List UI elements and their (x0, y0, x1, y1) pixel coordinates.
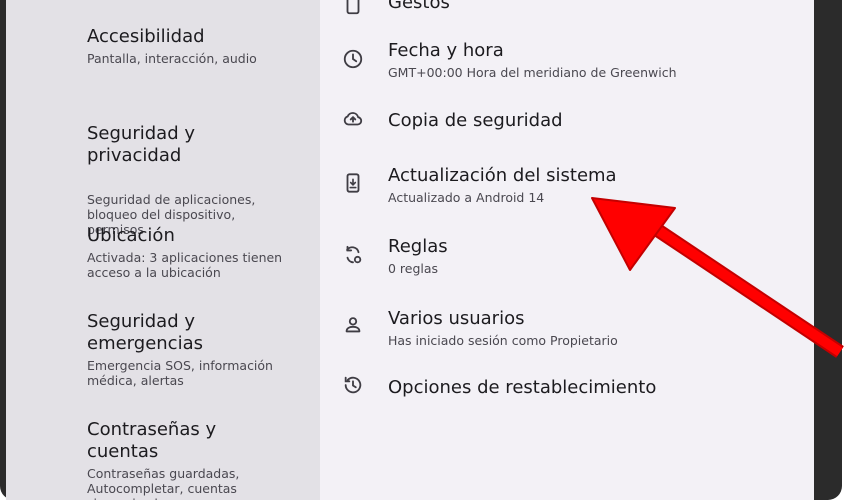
rules-icon (342, 244, 366, 268)
category-title: Accesibilidad (87, 26, 205, 47)
setting-system-update[interactable]: Actualización del sistema Actualizado a … (320, 162, 814, 222)
setting-reset-options[interactable]: Opciones de restablecimiento (320, 368, 814, 428)
setting-title: Actualización del sistema (388, 165, 617, 186)
setting-title: Reglas (388, 236, 448, 257)
setting-subtitle: Has iniciado sesión como Propietario (388, 333, 618, 348)
person-icon (342, 314, 366, 338)
setting-subtitle: GMT+00:00 Hora del meridiano de Greenwic… (388, 65, 677, 80)
category-security-privacy[interactable]: Seguridad y privacidad Seguridad de apli… (87, 101, 312, 237)
setting-date-time[interactable]: Fecha y hora GMT+00:00 Hora del meridian… (320, 38, 814, 98)
category-subtitle: Emergencia SOS, información médica, aler… (87, 358, 273, 388)
history-icon (342, 374, 366, 398)
setting-multiple-users[interactable]: Varios usuarios Has iniciado sesión como… (320, 306, 814, 366)
setting-rules[interactable]: Reglas 0 reglas (320, 234, 814, 294)
category-subtitle: Contraseñas guardadas, Autocompletar, cu… (87, 466, 240, 500)
setting-title: Copia de seguridad (388, 110, 563, 131)
category-subtitle: Pantalla, interacción, audio (87, 51, 257, 66)
setting-gestures[interactable]: Gestos (320, 0, 814, 36)
system-update-icon (342, 172, 366, 196)
category-title: Ubicación (87, 225, 175, 246)
settings-category-list: Accesibilidad Pantalla, interacción, aud… (6, 0, 320, 500)
gestures-icon (342, 0, 366, 18)
settings-screen: Accesibilidad Pantalla, interacción, aud… (6, 0, 814, 500)
setting-title: Gestos (388, 0, 450, 13)
category-title: Seguridad y privacidad (87, 123, 195, 166)
category-title: Contraseñas y cuentas (87, 419, 217, 462)
setting-backup[interactable]: Copia de seguridad (320, 100, 814, 160)
setting-title: Varios usuarios (388, 308, 525, 329)
cloud-upload-icon (342, 108, 366, 132)
category-passwords-accounts[interactable]: Contraseñas y cuentas Contraseñas guarda… (87, 419, 312, 500)
setting-title: Fecha y hora (388, 40, 504, 61)
clock-icon (342, 48, 366, 72)
category-location[interactable]: Ubicación Activada: 3 aplicaciones tiene… (87, 225, 312, 280)
system-settings-list: Gestos Fecha y hora GMT+00:00 Hora del m… (320, 0, 814, 500)
category-safety-emergency[interactable]: Seguridad y emergencias Emergencia SOS, … (87, 311, 312, 388)
category-accessibility[interactable]: Accesibilidad Pantalla, interacción, aud… (87, 26, 312, 66)
category-title: Seguridad y emergencias (87, 311, 203, 354)
setting-subtitle: 0 reglas (388, 261, 439, 276)
setting-subtitle: Actualizado a Android 14 (388, 190, 545, 205)
setting-title: Opciones de restablecimiento (388, 377, 657, 398)
category-subtitle: Activada: 3 aplicaciones tienen acceso a… (87, 250, 283, 280)
